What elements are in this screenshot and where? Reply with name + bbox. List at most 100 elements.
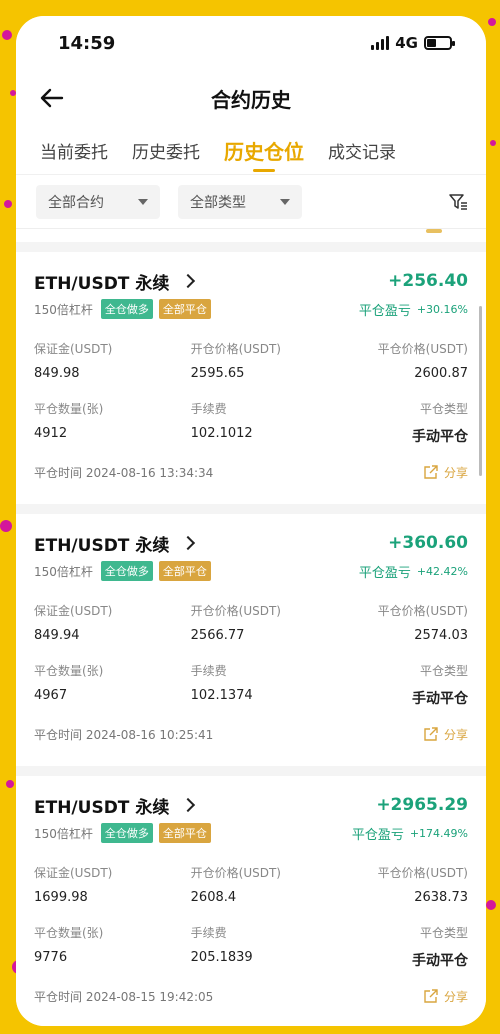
tab-position-history[interactable]: 历史仓位 xyxy=(224,126,304,174)
caret-down-icon xyxy=(138,198,148,205)
pair-name: ETH/USDT 永续 xyxy=(34,535,170,556)
close-qty-value: 4967 xyxy=(34,688,68,703)
close-time-label: 平仓时间 xyxy=(34,989,83,1004)
pair-name: ETH/USDT 永续 xyxy=(34,797,170,818)
share-icon xyxy=(424,989,438,1003)
contract-filter-label: 全部合约 xyxy=(48,194,104,211)
type-filter-label: 全部类型 xyxy=(190,194,246,211)
margin-label: 保证金(USDT) xyxy=(34,604,113,618)
leverage-label: 150倍杠杆 xyxy=(34,302,93,317)
margin-value: 849.94 xyxy=(34,628,80,643)
close-qty-label: 平仓数量(张) xyxy=(34,926,104,940)
nav-bar: 合约历史 xyxy=(16,70,486,126)
pair-link[interactable]: ETH/USDT 永续 xyxy=(34,793,196,818)
side-badge: 全仓做多 xyxy=(100,823,153,843)
signal-icon xyxy=(371,36,390,50)
margin-value: 849.98 xyxy=(34,366,80,381)
fee-label: 手续费 xyxy=(190,664,227,678)
position-card: ETH/USDT 永续 +360.60 150倍杠杆 全仓做多 全部平仓 平仓盈… xyxy=(16,514,486,766)
share-label: 分享 xyxy=(443,465,468,480)
close-type-label: 平仓类型 xyxy=(419,664,468,678)
close-badge: 全部平仓 xyxy=(158,561,211,581)
chevron-right-icon xyxy=(181,273,196,289)
top-section: 14:59 4G 合约历史 当前委托 历史委托 历史仓位 成交记录 全部合约 全… xyxy=(16,16,486,228)
side-badge: 全仓做多 xyxy=(100,299,153,319)
close-price-label: 平仓价格(USDT) xyxy=(377,866,468,880)
tab-bar: 当前委托 历史委托 历史仓位 成交记录 xyxy=(16,126,486,174)
share-button[interactable]: 分享 xyxy=(424,988,468,1005)
open-price-label: 开仓价格(USDT) xyxy=(190,866,281,880)
share-button[interactable]: 分享 xyxy=(424,726,468,743)
close-price-label: 平仓价格(USDT) xyxy=(377,342,468,356)
close-type-value: 手动平仓 xyxy=(412,429,468,445)
margin-label: 保证金(USDT) xyxy=(34,342,113,356)
phone-screen: 14:59 4G 合约历史 当前委托 历史委托 历史仓位 成交记录 全部合约 全… xyxy=(16,16,486,1026)
open-price-label: 开仓价格(USDT) xyxy=(190,604,281,618)
pair-link[interactable]: ETH/USDT 永续 xyxy=(34,531,196,556)
caret-down-icon xyxy=(280,198,290,205)
close-qty-value: 9776 xyxy=(34,950,68,965)
close-qty-label: 平仓数量(张) xyxy=(34,402,104,416)
position-card: ETH/USDT 永续 +2965.29 150倍杠杆 全仓做多 全部平仓 平仓… xyxy=(16,776,486,1026)
close-qty-value: 4912 xyxy=(34,426,68,441)
open-price-value: 2608.4 xyxy=(190,890,237,905)
status-time: 14:59 xyxy=(58,32,116,54)
filter-bar: 全部合约 全部类型 xyxy=(16,174,486,228)
share-label: 分享 xyxy=(443,989,468,1004)
close-price-value: 2574.03 xyxy=(414,628,468,643)
pnl-label: 平仓盈亏 xyxy=(358,565,411,581)
pnl-value: +256.40 xyxy=(388,271,468,291)
contract-filter-select[interactable]: 全部合约 xyxy=(36,184,160,219)
close-price-value: 2638.73 xyxy=(414,890,468,905)
scrollbar[interactable] xyxy=(479,306,482,476)
previous-card-edge xyxy=(16,228,486,242)
fee-value: 102.1012 xyxy=(190,426,253,441)
tab-order-history[interactable]: 历史委托 xyxy=(132,126,200,174)
chevron-right-icon xyxy=(181,535,196,551)
tab-trade-records[interactable]: 成交记录 xyxy=(328,126,396,174)
leverage-label: 150倍杠杆 xyxy=(34,564,93,579)
filter-icon[interactable] xyxy=(448,192,468,212)
pair-link[interactable]: ETH/USDT 永续 xyxy=(34,269,196,294)
close-type-label: 平仓类型 xyxy=(419,402,468,416)
fee-label: 手续费 xyxy=(190,402,227,416)
close-time: 平仓时间 2024-08-15 19:42:05 xyxy=(34,988,213,1005)
pnl-label: 平仓盈亏 xyxy=(351,827,404,843)
side-badge: 全仓做多 xyxy=(100,561,153,581)
pair-name: ETH/USDT 永续 xyxy=(34,273,170,294)
pnl-value: +360.60 xyxy=(388,533,468,553)
position-list: ETH/USDT 永续 +256.40 150倍杠杆 全仓做多 全部平仓 平仓盈… xyxy=(16,242,486,1026)
page-title: 合约历史 xyxy=(211,87,291,112)
close-time-value: 2024-08-16 10:25:41 xyxy=(85,727,214,742)
share-icon xyxy=(424,727,438,741)
close-type-value: 手动平仓 xyxy=(412,691,468,707)
close-time-value: 2024-08-15 19:42:05 xyxy=(85,989,214,1004)
battery-icon xyxy=(424,36,455,50)
fee-value: 205.1839 xyxy=(190,950,253,965)
pnl-percent: +174.49% xyxy=(409,826,468,840)
position-card: ETH/USDT 永续 +256.40 150倍杠杆 全仓做多 全部平仓 平仓盈… xyxy=(16,252,486,504)
close-badge: 全部平仓 xyxy=(158,823,211,843)
pnl-percent: +30.16% xyxy=(416,302,468,316)
leverage-label: 150倍杠杆 xyxy=(34,826,93,841)
close-time: 平仓时间 2024-08-16 10:25:41 xyxy=(34,726,213,743)
share-button[interactable]: 分享 xyxy=(424,464,468,481)
back-arrow-icon[interactable] xyxy=(38,84,66,112)
close-type-label: 平仓类型 xyxy=(419,926,468,940)
share-label: 分享 xyxy=(443,727,468,742)
close-time-value: 2024-08-16 13:34:34 xyxy=(85,465,214,480)
open-price-value: 2566.77 xyxy=(190,628,245,643)
tab-current-orders[interactable]: 当前委托 xyxy=(40,126,108,174)
close-badge: 全部平仓 xyxy=(158,299,211,319)
open-price-value: 2595.65 xyxy=(190,366,245,381)
close-price-label: 平仓价格(USDT) xyxy=(377,604,468,618)
close-price-value: 2600.87 xyxy=(414,366,468,381)
pnl-value: +2965.29 xyxy=(376,795,468,815)
chevron-right-icon xyxy=(181,797,196,813)
fee-value: 102.1374 xyxy=(190,688,253,703)
close-type-value: 手动平仓 xyxy=(412,953,468,969)
margin-label: 保证金(USDT) xyxy=(34,866,113,880)
type-filter-select[interactable]: 全部类型 xyxy=(178,184,302,219)
pnl-label: 平仓盈亏 xyxy=(358,303,411,319)
share-icon xyxy=(424,465,438,479)
